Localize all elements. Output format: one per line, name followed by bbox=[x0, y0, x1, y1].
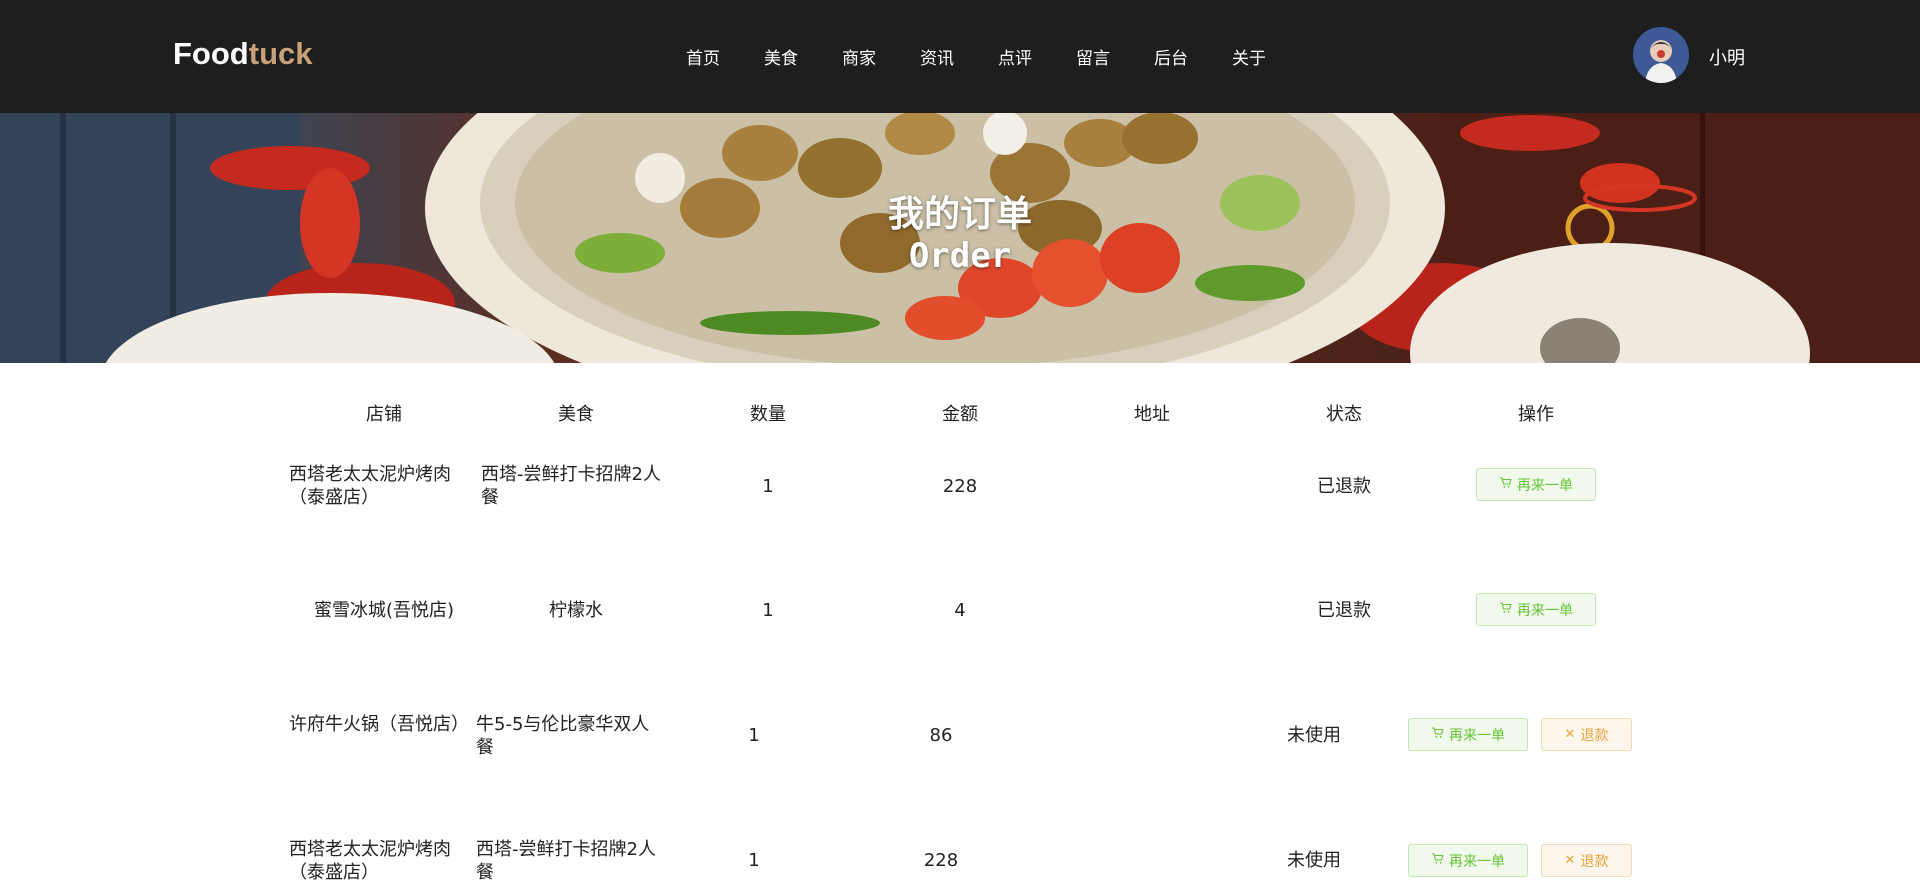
order-quantity: 1 bbox=[762, 600, 774, 621]
main-nav: 首页 美食 商家 资讯 点评 留言 后台 关于 bbox=[0, 44, 1920, 69]
username-label[interactable]: 小明 bbox=[1709, 44, 1745, 70]
order-food: 牛5-5与伦比豪华双人餐 bbox=[476, 714, 650, 758]
order-again-label: 再来一单 bbox=[1449, 727, 1505, 744]
nav-messages[interactable]: 留言 bbox=[1076, 44, 1110, 69]
order-amount: 4 bbox=[954, 600, 966, 621]
order-shop: 西塔老太太泥炉烤肉（泰盛店） bbox=[289, 839, 451, 883]
nav-merchants[interactable]: 商家 bbox=[842, 44, 876, 69]
nav-reviews[interactable]: 点评 bbox=[998, 44, 1032, 69]
column-header-quantity: 数量 bbox=[750, 404, 786, 425]
page-subtitle: Order bbox=[908, 236, 1012, 276]
column-header-shop: 店铺 bbox=[366, 404, 402, 425]
nav-news[interactable]: 资讯 bbox=[920, 44, 954, 69]
order-food: 西塔-尝鲜打卡招牌2人餐 bbox=[476, 839, 656, 883]
nav-admin[interactable]: 后台 bbox=[1154, 44, 1188, 69]
close-icon: ✕ bbox=[1564, 727, 1576, 742]
order-status: 已退款 bbox=[1317, 600, 1371, 621]
top-nav-bar: Foodtuck 首页 美食 商家 资讯 点评 留言 后台 关于 小明 bbox=[0, 0, 1920, 113]
refund-label: 退款 bbox=[1580, 853, 1609, 870]
column-header-status: 状态 bbox=[1326, 404, 1362, 425]
order-shop: 许府牛火锅（吾悦店） bbox=[289, 714, 469, 735]
order-amount: 228 bbox=[942, 476, 978, 497]
order-again-button[interactable]: 再来一单 bbox=[1476, 593, 1596, 626]
close-icon: ✕ bbox=[1564, 853, 1576, 868]
column-header-food: 美食 bbox=[558, 404, 594, 425]
order-shop: 蜜雪冰城(吾悦店) bbox=[313, 600, 455, 621]
order-again-label: 再来一单 bbox=[1449, 853, 1505, 870]
refund-button[interactable]: ✕ 退款 bbox=[1541, 718, 1632, 751]
refund-button[interactable]: ✕ 退款 bbox=[1541, 844, 1632, 877]
column-header-amount: 金额 bbox=[942, 404, 978, 425]
refund-label: 退款 bbox=[1580, 727, 1609, 744]
user-avatar[interactable] bbox=[1633, 27, 1689, 83]
cart-icon bbox=[1499, 476, 1512, 493]
cart-icon bbox=[1431, 726, 1444, 743]
order-shop: 西塔老太太泥炉烤肉（泰盛店） bbox=[289, 464, 451, 508]
orders-table: 店铺 美食 数量 金额 地址 状态 操作 西塔老太太泥炉烤肉（泰盛店） 西塔-尝… bbox=[0, 363, 1920, 883]
order-food: 柠檬水 bbox=[549, 600, 603, 621]
order-food: 西塔-尝鲜打卡招牌2人餐 bbox=[481, 464, 661, 508]
page-title: 我的订单 bbox=[887, 194, 1032, 235]
cart-icon bbox=[1499, 601, 1512, 618]
order-amount: 86 bbox=[929, 725, 953, 746]
order-status: 未使用 bbox=[1287, 725, 1341, 746]
nav-food[interactable]: 美食 bbox=[764, 44, 798, 69]
order-again-label: 再来一单 bbox=[1517, 602, 1573, 619]
order-again-button[interactable]: 再来一单 bbox=[1408, 844, 1528, 877]
column-header-actions: 操作 bbox=[1518, 404, 1554, 425]
order-status: 已退款 bbox=[1317, 476, 1371, 497]
nav-about[interactable]: 关于 bbox=[1232, 44, 1266, 69]
order-again-button[interactable]: 再来一单 bbox=[1476, 468, 1596, 501]
order-again-button[interactable]: 再来一单 bbox=[1408, 718, 1528, 751]
order-quantity: 1 bbox=[748, 725, 760, 746]
order-again-label: 再来一单 bbox=[1517, 477, 1573, 494]
order-quantity: 1 bbox=[762, 476, 774, 497]
column-header-address: 地址 bbox=[1134, 404, 1170, 425]
cart-icon bbox=[1431, 852, 1444, 869]
nav-home[interactable]: 首页 bbox=[686, 44, 720, 69]
hero-banner: 我的订单 Order bbox=[0, 113, 1920, 363]
